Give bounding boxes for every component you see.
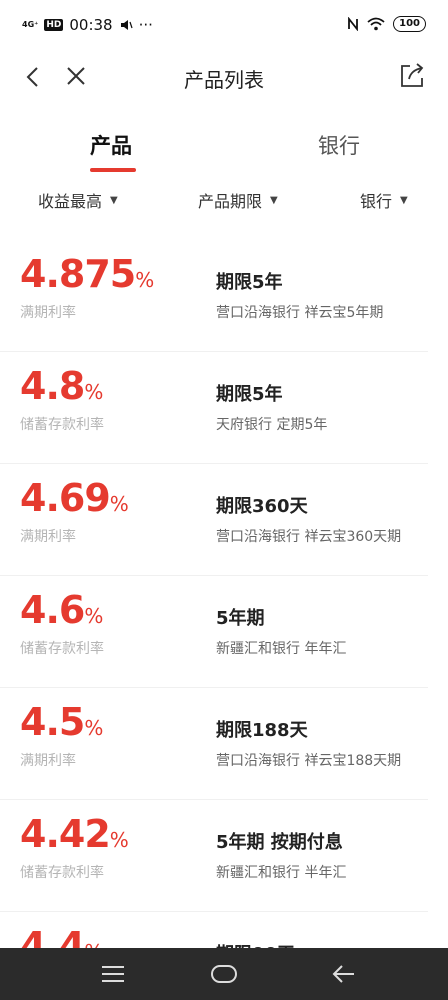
- caret-down-icon: ▼: [110, 194, 118, 206]
- filter-label: 收益最高: [38, 192, 103, 211]
- term-label: 期限5年: [216, 272, 283, 293]
- home-icon[interactable]: [210, 962, 238, 986]
- product-desc: 营口沿海银行 祥云宝188天期: [216, 753, 402, 769]
- rate-label: 满期利率: [20, 529, 76, 545]
- product-desc: 营口沿海银行 祥云宝5年期: [216, 305, 384, 321]
- term-label: 5年期 按期付息: [216, 832, 343, 853]
- more-dots: ···: [138, 16, 153, 34]
- filter-bar: 收益最高 ▼ 产品期限 ▼ 银行 ▼: [0, 184, 448, 214]
- term-label: 期限188天: [216, 720, 308, 741]
- filter-label: 产品期限: [198, 192, 263, 211]
- tab-banks[interactable]: 银行: [318, 130, 360, 160]
- system-nav-bar: [0, 948, 448, 1000]
- signal-icon: 4G⁺: [22, 20, 39, 29]
- hd-badge: HD: [44, 19, 64, 31]
- product-desc: 新疆汇和银行 半年汇: [216, 865, 347, 881]
- menu-icon[interactable]: [100, 962, 126, 986]
- status-left: 4G⁺ HD 00:38 ···: [22, 16, 153, 34]
- term-label: 期限360天: [216, 496, 308, 517]
- list-item[interactable]: 4.5% 满期利率 期限188天 营口沿海银行 祥云宝188天期: [0, 688, 428, 800]
- status-right: 100: [347, 16, 426, 32]
- rate-value: 4.69%: [20, 476, 129, 520]
- list-item[interactable]: 4.42% 储蓄存款利率 5年期 按期付息 新疆汇和银行 半年汇: [0, 800, 428, 912]
- filter-sort-yield[interactable]: 收益最高 ▼: [38, 188, 118, 212]
- rate-value: 4.875%: [20, 252, 154, 296]
- product-desc: 新疆汇和银行 年年汇: [216, 641, 347, 657]
- nfc-icon: [348, 17, 359, 31]
- share-icon[interactable]: [398, 62, 426, 90]
- term-label: 5年期: [216, 608, 265, 629]
- page-title: 产品列表: [184, 68, 264, 92]
- battery-icon: 100: [393, 16, 426, 32]
- mute-icon: [120, 20, 133, 30]
- filter-term[interactable]: 产品期限 ▼: [198, 188, 278, 212]
- list-item[interactable]: 4.69% 满期利率 期限360天 营口沿海银行 祥云宝360天期: [0, 464, 428, 576]
- product-desc: 营口沿海银行 祥云宝360天期: [216, 529, 402, 545]
- list-item[interactable]: 4.6% 储蓄存款利率 5年期 新疆汇和银行 年年汇: [0, 576, 428, 688]
- product-desc: 天府银行 定期5年: [216, 417, 328, 433]
- list-item[interactable]: 4.875% 满期利率 期限5年 营口沿海银行 祥云宝5年期: [0, 240, 428, 352]
- rate-label: 储蓄存款利率: [20, 641, 104, 657]
- active-tab-indicator: [90, 168, 136, 172]
- filter-label: 银行: [360, 192, 393, 211]
- rate-label: 满期利率: [20, 305, 76, 321]
- nav-bar: 产品列表: [0, 52, 448, 102]
- caret-down-icon: ▼: [270, 194, 278, 206]
- filter-bank[interactable]: 银行 ▼: [360, 188, 408, 212]
- tab-bar: 产品 银行: [0, 120, 448, 175]
- rate-value: 4.42%: [20, 812, 129, 856]
- rate-label: 储蓄存款利率: [20, 417, 104, 433]
- rate-value: 4.8%: [20, 364, 103, 408]
- rate-label: 储蓄存款利率: [20, 865, 104, 881]
- caret-down-icon: ▼: [400, 194, 408, 206]
- list-item[interactable]: 4.8% 储蓄存款利率 期限5年 天府银行 定期5年: [0, 352, 428, 464]
- term-label: 期限5年: [216, 384, 283, 405]
- tab-products[interactable]: 产品: [90, 130, 132, 160]
- list-item[interactable]: 4.4% 期限90天: [0, 912, 428, 950]
- status-time: 00:38: [69, 16, 113, 34]
- rate-value: 4.6%: [20, 588, 103, 632]
- rate-value: 4.5%: [20, 700, 103, 744]
- product-list: 4.875% 满期利率 期限5年 营口沿海银行 祥云宝5年期 4.8% 储蓄存款…: [0, 240, 448, 950]
- status-bar: 4G⁺ HD 00:38 ··· 100: [0, 0, 448, 52]
- wifi-icon: [367, 17, 385, 31]
- rate-label: 满期利率: [20, 753, 76, 769]
- back-icon[interactable]: [330, 962, 356, 986]
- rate-value: 4.4%: [20, 924, 103, 950]
